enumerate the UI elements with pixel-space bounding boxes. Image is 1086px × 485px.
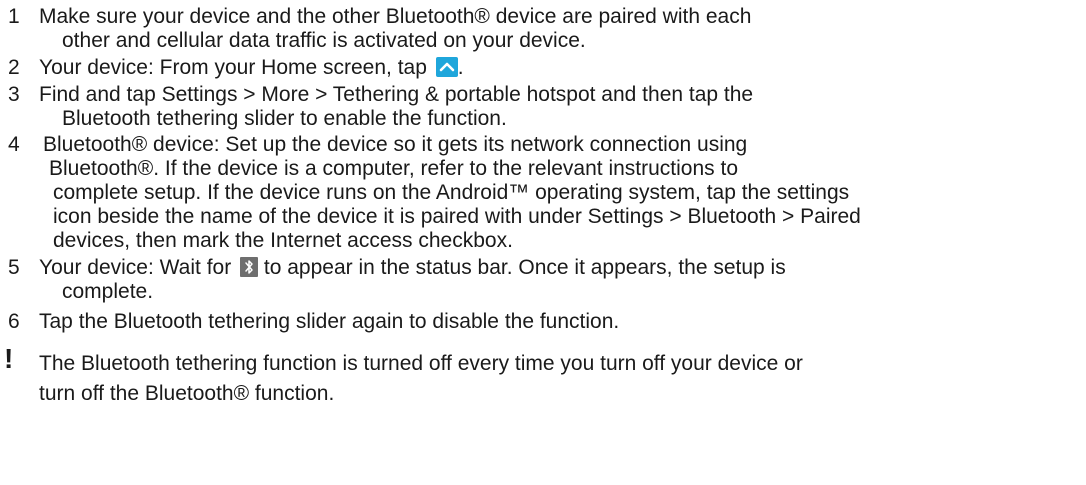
note-text-line: The Bluetooth tethering function is turn… [39,352,803,375]
step-text: . [457,56,464,79]
step-number: 2 [8,56,20,79]
apps-up-chevron-icon [435,57,458,77]
step-text-line: Bluetooth®. If the device is a computer,… [49,157,739,180]
step-text-line: complete. [62,280,154,303]
warning-mark-icon: ! [4,343,14,374]
step-number: 6 [8,310,20,333]
step-text-line: icon beside the name of the device it is… [53,205,861,228]
step-text: Your device: From your Home screen, tap [39,56,427,79]
step-text: Your device: Wait for [39,256,232,279]
step-text-line: Find and tap Settings > More > Tethering… [39,83,754,106]
step-text-line: Bluetooth® device: Set up the device so … [43,133,748,156]
step-text-line: Make sure your device and the other Blue… [39,5,752,28]
step-text-line: other and cellular data traffic is activ… [62,29,586,52]
step-number: 1 [8,5,20,28]
bluetooth-status-icon [240,257,259,277]
step-text-line: devices, then mark the Internet access c… [53,229,513,252]
step-text-line: complete setup. If the device runs on th… [53,181,850,204]
step-number: 5 [8,256,20,279]
step-text-line: Tap the Bluetooth tethering slider again… [39,310,620,333]
instruction-document: 1 Make sure your device and the other Bl… [0,0,1086,485]
step-text: to appear in the status bar. Once it app… [263,256,786,279]
step-number: 3 [8,83,20,106]
step-text-line: Bluetooth tethering slider to enable the… [62,107,507,130]
note-text-line: turn off the Bluetooth® function. [39,382,335,405]
step-number: 4 [8,133,20,156]
